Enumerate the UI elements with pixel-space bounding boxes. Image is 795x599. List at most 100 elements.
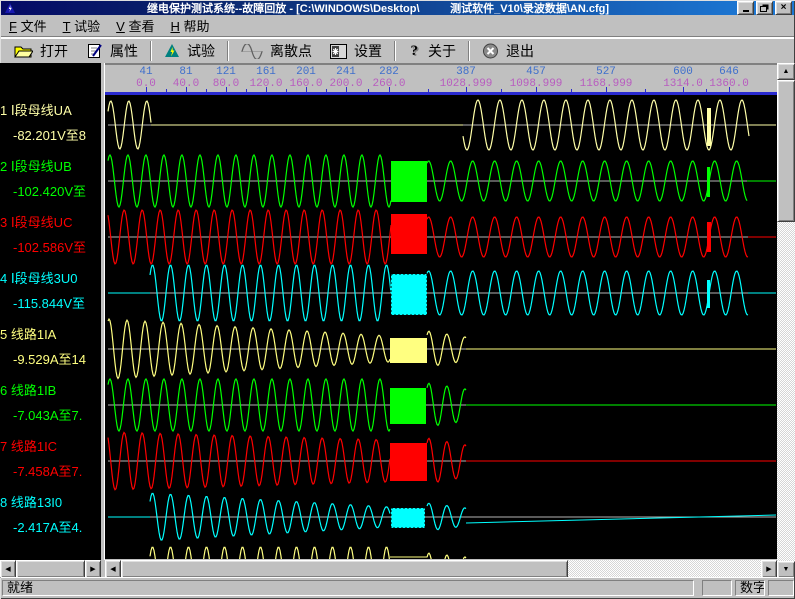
label-scroll-thumb[interactable] (16, 560, 85, 578)
close-button[interactable]: × (775, 1, 792, 15)
channel-label-panel: 1 Ⅰ段母线UA-82.201V至8 2 Ⅰ段母线UB -102.420V至 3 Ⅰ段… (0, 63, 101, 560)
settings-button[interactable]: 设置 (321, 40, 391, 62)
waveform-sine-segment (108, 155, 391, 207)
dense-waveform-block (391, 214, 427, 254)
vertical-scroll-thumb[interactable] (777, 80, 795, 222)
menu-label: 帮助 (180, 19, 210, 34)
channel-label-2[interactable]: 2 Ⅰ段母线UB -102.420V至 (0, 159, 101, 200)
title-bar[interactable]: 继电保护测试系统--故障回放 - [C:\WINDOWS\Desktop\ 测试… (1, 1, 794, 15)
dense-waveform-block (390, 388, 426, 424)
properties-button[interactable]: 属性 (77, 40, 147, 62)
restore-button[interactable] (756, 1, 773, 15)
wave-scroll-trough[interactable] (568, 560, 761, 578)
channel-range: -7.043A至7. (0, 408, 101, 424)
status-pane-2 (768, 580, 794, 596)
waveform-sine-segment (427, 553, 466, 559)
scroll-up-button[interactable]: ▲ (777, 63, 795, 80)
menu-label: 查看 (125, 19, 155, 34)
menu-item-test[interactable]: T 试验 (55, 14, 109, 37)
channel-range: -115.844V至 (0, 296, 101, 312)
channel-range: -7.458A至7. (0, 464, 101, 480)
toolbar-separator (227, 41, 229, 61)
ruler-sample-label: 387 (456, 66, 476, 78)
channel-name: 4 Ⅰ段母线3U0 (0, 271, 78, 286)
menu-accelerator: H (170, 19, 179, 34)
exit-button[interactable]: 退出 (473, 40, 543, 62)
channel-label-6[interactable]: 6 线路1IB -7.043A至7. (0, 383, 101, 424)
test-button[interactable]: 试验 (155, 40, 224, 62)
channel-range: -102.420V至 (0, 184, 101, 200)
menu-bar: F 文件T 试验V 查看H 帮助 (1, 15, 794, 37)
channel-label-8[interactable]: 8 线路13I0 -2.417A至4. (0, 495, 101, 536)
scroll-down-button[interactable]: ▼ (777, 561, 795, 578)
waveform-spike-bar (707, 280, 710, 308)
lightning-triangle-icon (4, 2, 16, 14)
ruler-sample-label: 81 (179, 66, 192, 78)
channel-label-3[interactable]: 3 Ⅰ段母线UC-102.586V至 (0, 215, 101, 256)
wave-scroll-right-button[interactable]: ▶ (761, 560, 777, 578)
svg-text:?: ? (411, 43, 419, 59)
channel-range: -9.529A至14 (0, 352, 101, 368)
ruler-sample-label: 600 (673, 66, 693, 78)
label-scroll-right-button[interactable]: ▶ (85, 560, 101, 578)
app-window: 继电保护测试系统--故障回放 - [C:\WINDOWS\Desktop\ 测试… (0, 0, 795, 599)
waveform-sine-segment (427, 503, 466, 529)
toolbar-separator (468, 41, 470, 61)
menu-label: 试验 (71, 19, 101, 34)
properties-icon (86, 43, 103, 59)
menu-item-view[interactable]: V 查看 (108, 14, 162, 37)
test-lightning-icon (164, 43, 180, 59)
ruler-sample-label: 41 (139, 66, 152, 78)
channel-range: -2.417A至4. (0, 520, 101, 536)
channel-name: 8 线路13I0 (0, 495, 62, 510)
channel-name: 2 Ⅰ段母线UB (0, 159, 72, 174)
ruler-sample-label: 282 (379, 66, 399, 78)
waveform-spike-bar (707, 222, 711, 252)
open-button[interactable]: 打开 (5, 40, 77, 62)
channel-range: -102.586V至 (0, 240, 101, 256)
label-scroll-left-button[interactable]: ◀ (0, 560, 16, 578)
sine-wave-icon (241, 44, 263, 59)
status-pane-1 (702, 580, 732, 596)
wave-scroll-thumb[interactable] (121, 560, 568, 578)
dense-waveform-block (391, 508, 425, 528)
waveform-spike-bar (707, 108, 711, 146)
toolbar-button-label: 打开 (40, 41, 68, 61)
discrete-points-button[interactable]: 离散点 (232, 40, 321, 62)
toolbar-button-label: 离散点 (270, 41, 312, 61)
waveform-sine-segment (150, 547, 390, 559)
ruler-sample-label: 646 (719, 66, 739, 78)
vertical-scroll-trough[interactable] (777, 222, 795, 561)
dense-waveform-block (390, 443, 427, 481)
ruler-sample-label: 241 (336, 66, 356, 78)
about-button[interactable]: ??关于 (399, 40, 465, 62)
channel-name: 6 线路1IB (0, 383, 56, 398)
ruler-sample-label: 527 (596, 66, 616, 78)
waveform-plot-area[interactable] (105, 95, 777, 559)
toolbar-button-label: 设置 (354, 41, 382, 61)
ruler-sample-label: 121 (216, 66, 236, 78)
toolbar-button-label: 退出 (506, 41, 534, 61)
menu-item-help[interactable]: H 帮助 (162, 14, 217, 37)
menu-accelerator: T (63, 19, 71, 34)
question-mark-icon: ?? (408, 43, 421, 60)
waveform-drift-segment (466, 515, 776, 523)
channel-label-4[interactable]: 4 Ⅰ段母线3U0 -115.844V至 (0, 271, 101, 312)
numlock-indicator: 数字 (735, 580, 765, 596)
channel-name: 1 Ⅰ段母线UA (0, 103, 72, 118)
ruler-sample-label: 457 (526, 66, 546, 78)
toolbar-separator (394, 41, 396, 61)
status-message: 就绪 (2, 580, 694, 596)
dense-waveform-block (390, 338, 427, 363)
channel-label-7[interactable]: 7 线路1IC -7.458A至7. (0, 439, 101, 480)
dense-waveform-block (391, 274, 427, 315)
channel-label-5[interactable]: 5 线路1IA-9.529A至14 (0, 327, 101, 368)
channel-name: 7 线路1IC (0, 439, 57, 454)
minimize-button[interactable] (737, 1, 754, 15)
time-ruler: 410.08140.012180.0161120.0201160.0241200… (105, 64, 777, 92)
menu-item-file[interactable]: F 文件 (1, 14, 55, 37)
channel-label-1[interactable]: 1 Ⅰ段母线UA-82.201V至8 (0, 103, 101, 144)
wave-scroll-left-button[interactable]: ◀ (105, 560, 121, 578)
settings-box-icon (330, 44, 347, 59)
dense-waveform-block (391, 161, 427, 202)
